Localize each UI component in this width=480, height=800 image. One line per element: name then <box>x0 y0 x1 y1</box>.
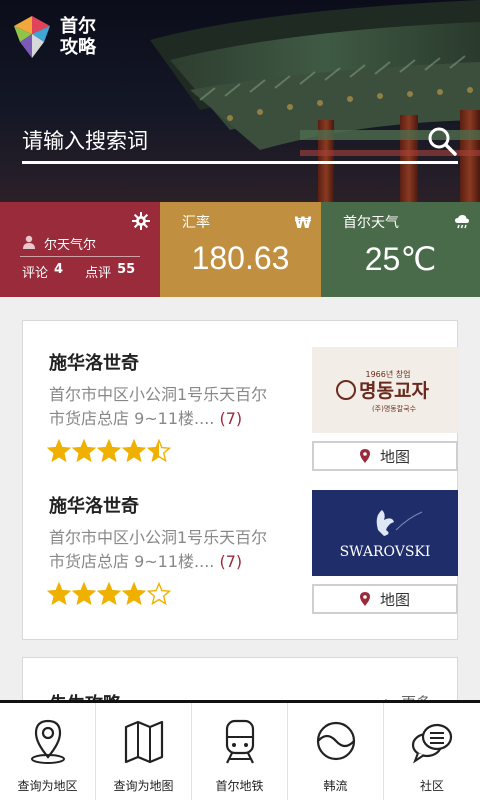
star-half-icon <box>146 438 172 463</box>
weather-title: 首尔天气 <box>343 215 399 231</box>
star-full-icon <box>71 581 97 606</box>
map-button-label: 地图 <box>379 590 410 609</box>
folded-map-icon <box>124 720 164 764</box>
hero-header: 首尔 攻略 <box>0 0 480 202</box>
listing-card: 施华洛世奇 首尔市中区小公洞1号乐天百尔市货店总店 9~11楼.... (7) … <box>22 320 458 640</box>
swarovski-logo[interactable]: SWAROVSKI <box>312 490 458 576</box>
app-title-line1: 首尔 <box>60 16 96 37</box>
review-count: (7) <box>219 409 243 428</box>
nav-label: 首尔地铁 <box>215 779 264 793</box>
weather-temperature: 25℃ <box>364 241 437 277</box>
chat-bubbles-icon <box>411 723 453 764</box>
user-divider <box>20 256 140 257</box>
comments-count: 4 <box>54 262 64 277</box>
user-name: 尔天气尔 <box>44 238 97 253</box>
listing-address: 首尔市中区小公洞1号乐天百尔市货店总店 9~11楼.... (7) <box>49 528 268 571</box>
subway-train-icon <box>225 719 255 764</box>
svg-text:₩: ₩ <box>295 214 311 230</box>
map-pin-icon <box>359 592 370 606</box>
reviews-label: 点评 <box>85 266 112 281</box>
nav-label: 查询为地区 <box>17 779 78 793</box>
nav-item-subway[interactable]: 首尔地铁 <box>192 703 288 800</box>
svg-text:1966년 창업: 1966년 창업 <box>366 369 411 379</box>
weather-tile[interactable]: 首尔天气 25℃ <box>321 202 480 297</box>
info-tiles: 尔天气尔 评论 4 点评 55 汇率 ₩ 180.63 首尔天气 25℃ <box>0 202 480 297</box>
exchange-rate-title: 汇率 <box>182 215 210 231</box>
nav-label: 社区 <box>419 779 444 793</box>
user-tile[interactable]: 尔天气尔 评论 4 点评 55 <box>0 202 160 297</box>
listing-name: 施华洛世奇 <box>49 496 139 517</box>
star-full-icon <box>121 581 147 606</box>
star-full-icon <box>121 438 147 463</box>
rating-stars <box>46 581 172 606</box>
search-icon[interactable] <box>426 125 458 157</box>
reviews-count: 55 <box>117 262 136 277</box>
nav-item-map[interactable]: 查询为地图 <box>96 703 192 800</box>
svg-text:(주)명동칼국수: (주)명동칼국수 <box>372 404 417 413</box>
listing-item[interactable]: 施华洛世奇 首尔市中区小公洞1号乐天百尔市货店总店 9~11楼.... (7) … <box>46 321 458 471</box>
won-currency-icon: ₩ <box>295 214 311 230</box>
star-empty-icon <box>146 581 172 606</box>
nav-item-area[interactable]: 查询为地区 <box>0 703 96 800</box>
app-screen: 首尔 攻略 请输入搜索词 尔天气尔 评论 4 点评 55 汇率 ₩ 180.63… <box>0 0 480 800</box>
nav-label: 查询为地图 <box>113 779 174 793</box>
review-count: (7) <box>219 552 243 571</box>
user-icon <box>23 235 35 249</box>
rating-stars <box>46 438 172 463</box>
listing-item[interactable]: 施华洛世奇 首尔市中区小公洞1号乐天百尔市货店总店 9~11楼.... (7) … <box>46 464 458 614</box>
map-button[interactable]: 地图 <box>312 584 458 614</box>
star-full-icon <box>46 581 72 606</box>
bottom-navigation: 查询为地区 查询为地图 首尔地铁 韩流 社区 <box>0 700 480 800</box>
cloud-rain-icon <box>455 215 469 229</box>
search-bar <box>22 122 458 164</box>
star-full-icon <box>46 438 72 463</box>
search-input[interactable] <box>22 126 412 156</box>
logo-icon <box>14 16 50 58</box>
app-title: 首尔 攻略 <box>60 16 96 58</box>
exchange-rate-value: 180.63 <box>191 240 290 276</box>
star-full-icon <box>71 438 97 463</box>
star-full-icon <box>96 438 122 463</box>
myeongdong-gyoja-logo[interactable]: 1966년 창업 명동교자 (주)명동칼국수 <box>312 347 458 433</box>
comments-label: 评论 <box>22 266 49 281</box>
app-title-line2: 攻略 <box>60 37 96 58</box>
settings-gear-icon[interactable] <box>132 212 150 230</box>
location-pin-icon <box>31 719 65 764</box>
svg-text:명동교자: 명동교자 <box>359 380 429 402</box>
exchange-rate-tile[interactable]: 汇率 ₩ 180.63 <box>160 202 321 297</box>
taegeuk-icon <box>316 721 356 761</box>
nav-item-community[interactable]: 社区 <box>384 703 480 800</box>
nav-item-hallyu[interactable]: 韩流 <box>288 703 384 800</box>
star-full-icon <box>96 581 122 606</box>
app-logo[interactable]: 首尔 攻略 <box>14 16 96 58</box>
user-stats: 评论 4 点评 55 <box>22 262 151 281</box>
listing-address: 首尔市中区小公洞1号乐天百尔市货店总店 9~11楼.... (7) <box>49 385 268 428</box>
svg-text:SWAROVSKI: SWAROVSKI <box>340 544 431 560</box>
map-pin-icon <box>359 449 370 463</box>
nav-label: 韩流 <box>323 779 348 793</box>
listing-name: 施华洛世奇 <box>49 353 139 374</box>
